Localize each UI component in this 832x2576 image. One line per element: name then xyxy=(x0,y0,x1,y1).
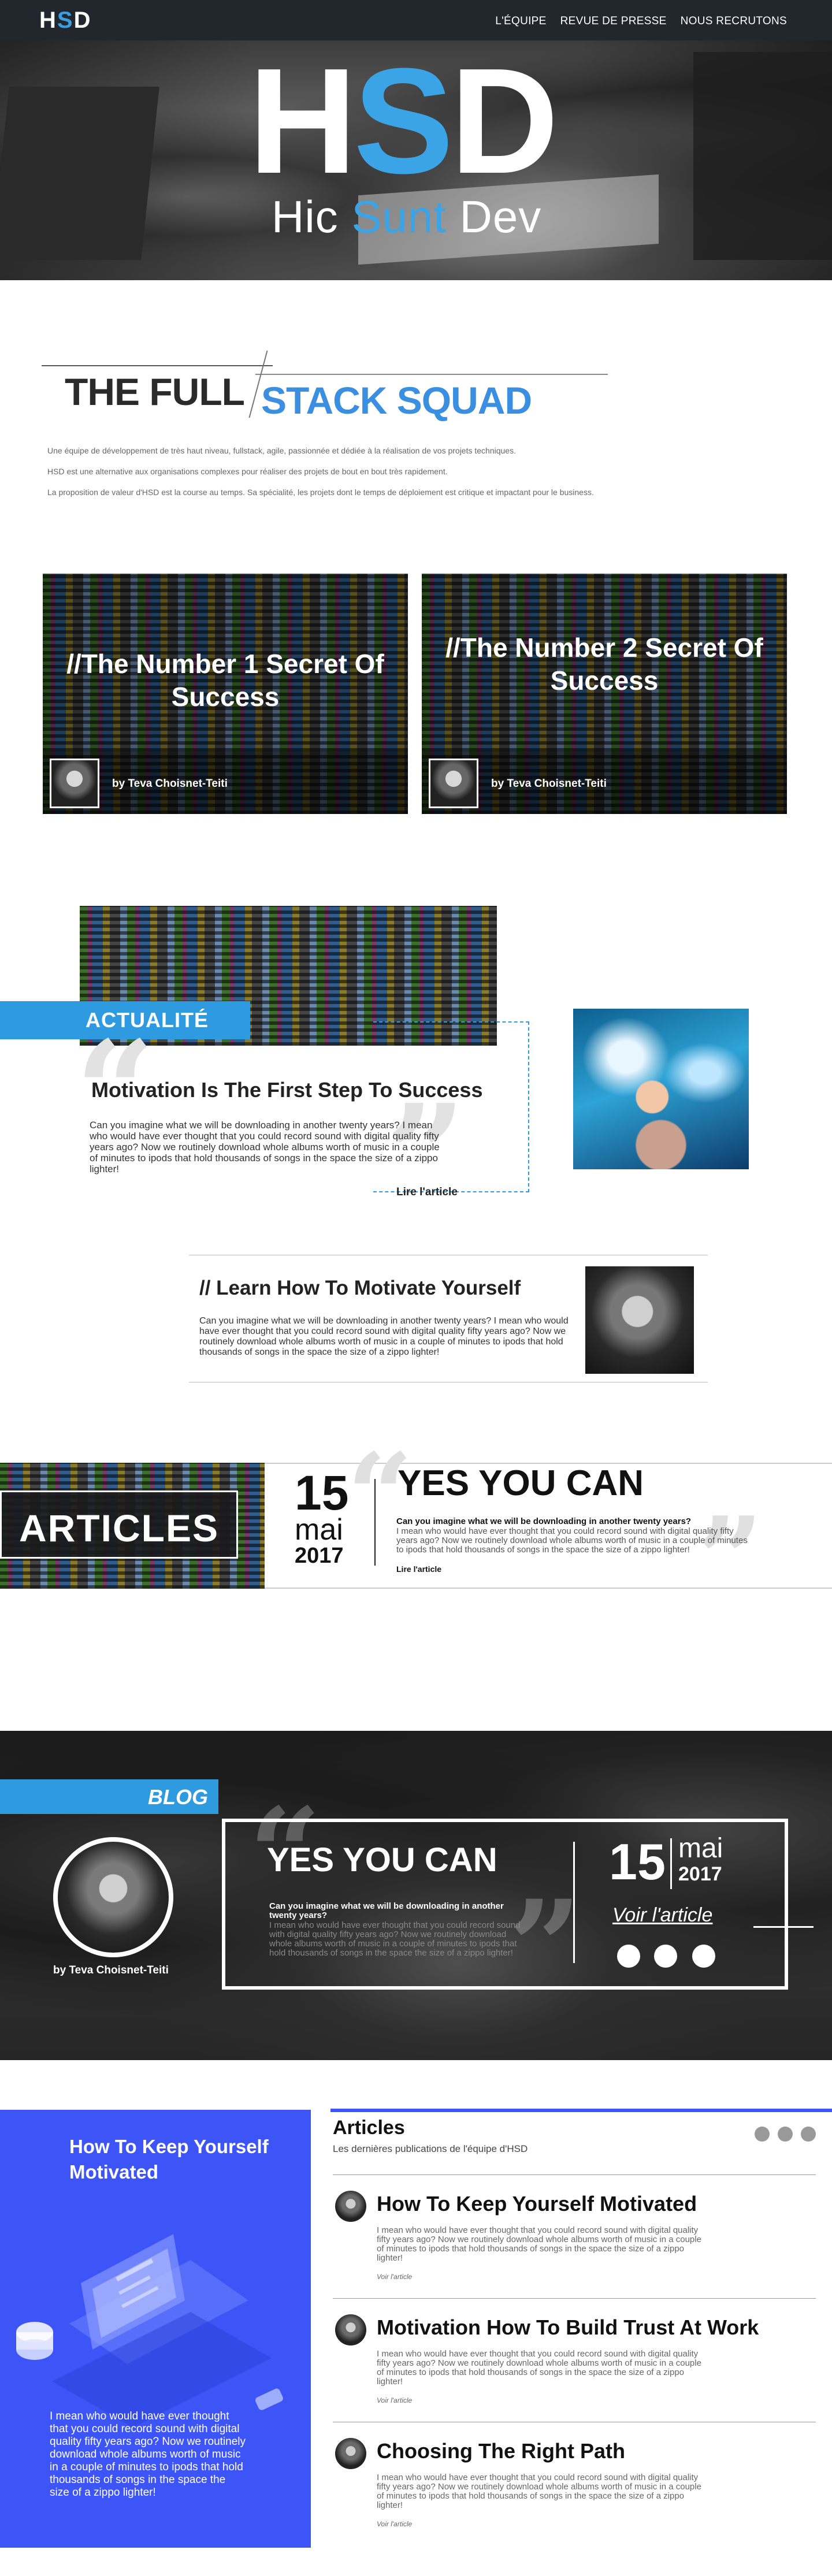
list-item-title[interactable]: How To Keep Yourself Motivated xyxy=(377,2192,697,2216)
avatar xyxy=(335,2438,366,2469)
post-card-author: by Teva Choisnet-Teiti xyxy=(112,778,228,790)
list-item-excerpt: I mean who would have ever thought that … xyxy=(377,2225,701,2263)
blog-badge: BLOG xyxy=(0,1779,218,1814)
view-article-link[interactable]: Voir l'article xyxy=(377,2520,412,2528)
learn-title[interactable]: // Learn How To Motivate Yourself xyxy=(199,1277,521,1300)
divider xyxy=(333,2174,816,2175)
blog-question: Can you imagine what we will be download… xyxy=(269,1901,504,1920)
hsd-logo[interactable]: HSD xyxy=(39,8,91,34)
promo-text: I mean who would have ever thought that … xyxy=(50,2410,246,2499)
author-photo xyxy=(585,1266,694,1374)
view-article-link[interactable]: Voir l'article xyxy=(377,2273,412,2281)
divider xyxy=(42,365,273,366)
view-article-link[interactable]: Voir l'article xyxy=(612,1904,712,1927)
top-navbar: HSD L'ÉQUIPE REVUE DE PRESSE NOUS RECRUT… xyxy=(0,0,832,40)
view-article-link[interactable]: Voir l'article xyxy=(377,2396,412,2404)
list-item-title[interactable]: Choosing The Right Path xyxy=(377,2439,625,2463)
blog-author: by Teva Choisnet-Teiti xyxy=(53,1964,169,1976)
hero-logo-letters: HSD xyxy=(248,40,559,205)
divider xyxy=(670,1838,672,1889)
articles-heading: Articles xyxy=(333,2117,405,2139)
news-title: Motivation Is The First Step To Success xyxy=(91,1078,483,1102)
nav-link-equipe[interactable]: L'ÉQUIPE xyxy=(495,15,546,28)
carousel-dot[interactable] xyxy=(692,1945,715,1968)
more-options-dot[interactable] xyxy=(801,2127,816,2142)
date-day: 15 xyxy=(609,1833,666,1890)
read-article-link[interactable]: Lire l'article xyxy=(396,1564,441,1574)
section-title-part1: THE FULL xyxy=(65,370,245,413)
date-month: mai xyxy=(678,1833,723,1864)
news-photo xyxy=(573,1009,749,1169)
divider xyxy=(330,2109,832,2112)
list-item-excerpt: I mean who would have ever thought that … xyxy=(377,2349,701,2387)
post-card-author: by Teva Choisnet-Teiti xyxy=(491,778,607,790)
date-year: 2017 xyxy=(678,1863,722,1885)
avatar xyxy=(429,759,478,808)
list-item-excerpt: I mean who would have ever thought that … xyxy=(377,2473,701,2510)
article-excerpt: I mean who would have ever thought that … xyxy=(396,1526,748,1555)
avatar xyxy=(335,2191,366,2222)
intro-paragraph: La proposition de valeur d'HSD est la co… xyxy=(47,488,594,497)
post-card[interactable]: //The Number 1 Secret Of Success by Teva… xyxy=(43,574,408,814)
promo-title: How To Keep Yourself Motivated xyxy=(69,2136,269,2183)
intro-paragraph: Une équipe de développement de très haut… xyxy=(47,446,516,455)
articles-subheading: Les dernières publications de l'équipe d… xyxy=(333,2143,528,2154)
articles-label-box: ARTICLES xyxy=(0,1490,238,1559)
news-excerpt: Can you imagine what we will be download… xyxy=(90,1120,440,1174)
learn-excerpt: Can you imagine what we will be download… xyxy=(199,1316,569,1357)
hero-tagline: Hic Sunt Dev xyxy=(272,191,542,242)
section-title-part2: STACK SQUAD xyxy=(261,379,532,422)
blog-title: YES YOU CAN xyxy=(267,1841,497,1879)
more-options-dot[interactable] xyxy=(778,2127,793,2142)
close-quote-icon: ” xyxy=(697,1492,764,1627)
more-options-dot[interactable] xyxy=(755,2127,770,2142)
nav-link-nous-recrutons[interactable]: NOUS RECRUTONS xyxy=(681,15,787,28)
avatar xyxy=(335,2314,366,2345)
divider xyxy=(255,374,608,375)
post-card-title: //The Number 1 Secret Of Success xyxy=(66,649,384,712)
article-title: YES YOU CAN xyxy=(398,1463,644,1503)
main-menu: L'ÉQUIPE REVUE DE PRESSE NOUS RECRUTONS xyxy=(495,15,787,28)
post-card-title: //The Number 2 Secret Of Success xyxy=(445,633,763,696)
nav-link-revue-de-presse[interactable]: REVUE DE PRESSE xyxy=(560,15,667,28)
avatar xyxy=(53,1837,173,1957)
divider xyxy=(573,1842,575,1963)
hero-banner: HSD Hic Sunt Dev xyxy=(0,40,832,280)
date-month: mai xyxy=(295,1513,343,1547)
divider xyxy=(753,1926,814,1928)
list-item-title[interactable]: Motivation How To Build Trust At Work xyxy=(377,2315,759,2340)
blog-excerpt: I mean who would have ever thought that … xyxy=(269,1920,521,1958)
carousel-dot[interactable] xyxy=(654,1945,677,1968)
date-year: 2017 xyxy=(295,1544,344,1568)
intro-paragraph: HSD est une alternative aux organisation… xyxy=(47,467,448,476)
divider xyxy=(333,2298,816,2299)
carousel-dot[interactable] xyxy=(617,1945,640,1968)
article-question: Can you imagine what we will be download… xyxy=(396,1516,692,1526)
post-card[interactable]: //The Number 2 Secret Of Success by Teva… xyxy=(422,574,787,814)
read-article-link[interactable]: Lire l'article xyxy=(396,1186,458,1199)
avatar xyxy=(50,759,99,808)
